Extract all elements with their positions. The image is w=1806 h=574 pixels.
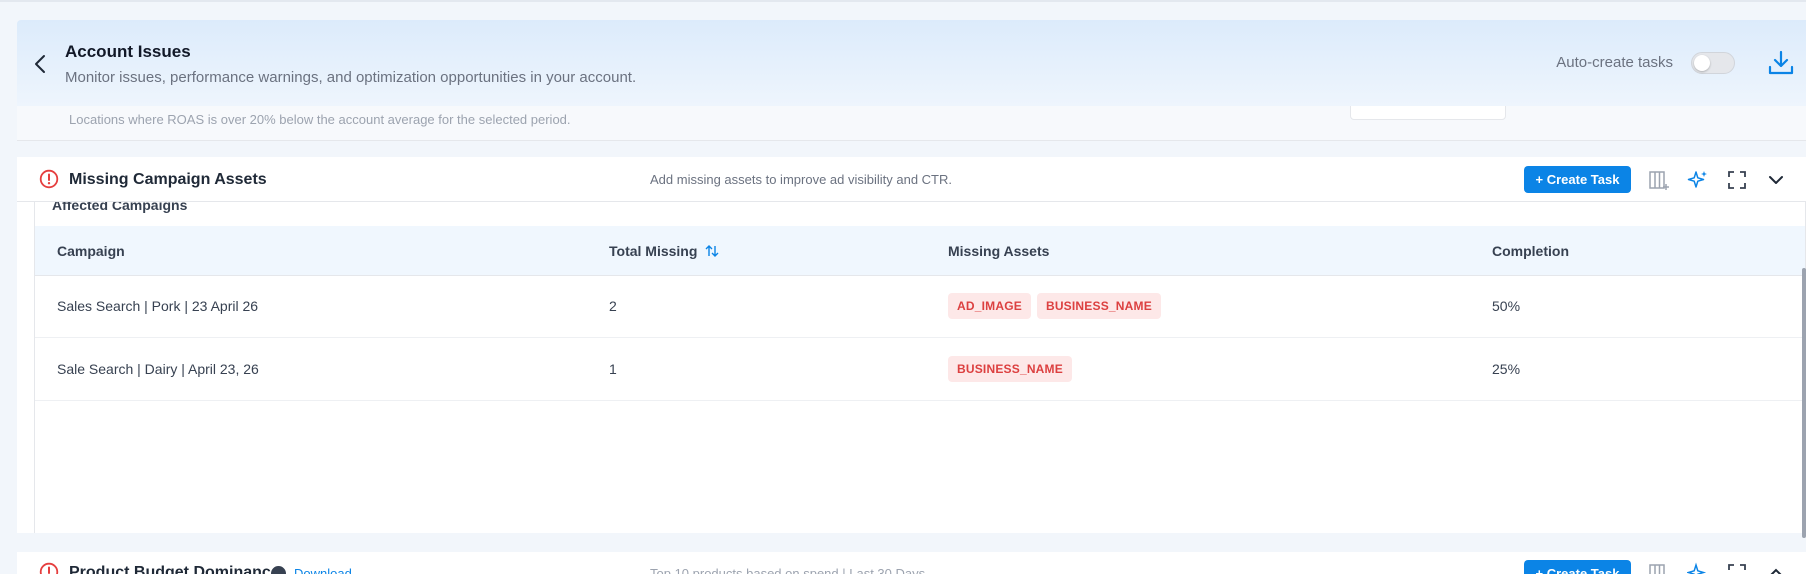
product-budget-panel: Product Budget Dominance Download Top 10… [17,552,1806,574]
fullscreen-icon[interactable] [1726,562,1748,574]
top-border [0,0,1806,2]
create-task-button[interactable]: + Create Task [1524,560,1631,574]
auto-create-toggle[interactable] [1691,52,1735,74]
alert-circle-icon [39,169,59,189]
sparkle-icon[interactable] [1687,169,1709,191]
affected-campaigns-table: Affected Campaigns Campaign Total Missin… [34,202,1806,533]
fullscreen-icon[interactable] [1726,169,1748,191]
column-campaign[interactable]: Campaign [57,243,125,259]
page-header: Account Issues Monitor issues, performan… [17,20,1806,106]
asset-tag: BUSINESS_NAME [948,356,1072,382]
missing-assets-cell: BUSINESS_NAME [948,356,1078,382]
download-link[interactable]: Download [294,566,352,574]
toggle-knob [1694,55,1710,71]
campaign-cell: Sale Search | Dairy | April 23, 26 [57,361,259,377]
table-row[interactable]: Sales Search | Pork | 23 April 26 2 AD_I… [35,276,1805,338]
auto-create-label: Auto-create tasks [1556,54,1673,71]
total-missing-cell: 1 [609,361,617,377]
table-title: Affected Campaigns [52,202,188,213]
columns-icon[interactable] [1648,169,1670,191]
previous-section-description: Locations where ROAS is over 20% below t… [69,112,571,127]
column-total-missing[interactable]: Total Missing [609,243,720,259]
previous-section-strip: Locations where ROAS is over 20% below t… [17,106,1806,141]
panel-description: Top 10 products based on spend | Last 30… [650,566,926,574]
missing-assets-panel: Missing Campaign Assets Add missing asse… [17,157,1806,533]
sort-icon[interactable] [704,243,720,259]
table-row[interactable]: Sale Search | Dairy | April 23, 26 1 BUS… [35,339,1805,401]
completion-cell: 50% [1492,298,1521,314]
page-scrollbar[interactable] [1802,268,1806,538]
campaign-cell: Sales Search | Pork | 23 April 26 [57,298,259,314]
asset-tag: AD_IMAGE [948,293,1031,319]
panel-header: Missing Campaign Assets Add missing asse… [17,157,1806,202]
columns-icon[interactable] [1648,562,1670,574]
back-button[interactable] [29,52,53,76]
chevron-left-icon [35,55,45,73]
panel-title: Product Budget Dominance [69,564,280,574]
sparkle-icon[interactable] [1687,562,1709,574]
page-title: Account Issues [65,42,191,61]
download-button[interactable] [1766,48,1796,78]
chevron-down-icon[interactable] [1765,169,1787,191]
panel-title: Missing Campaign Assets [69,171,267,188]
info-icon[interactable] [271,566,286,574]
table-header: Campaign Total Missing Missing Assets Co… [35,226,1805,276]
alert-circle-icon [39,562,59,574]
previous-section-control[interactable] [1350,106,1506,120]
download-icon [1768,50,1794,75]
completion-cell: 25% [1492,361,1521,377]
chevron-up-icon[interactable] [1765,562,1787,574]
asset-tag: BUSINESS_NAME [1036,293,1161,319]
column-completion[interactable]: Completion [1492,243,1569,259]
panel-description: Add missing assets to improve ad visibil… [650,172,953,187]
column-total-missing-label: Total Missing [609,243,698,259]
total-missing-cell: 2 [609,298,617,314]
missing-assets-cell: AD_IMAGE BUSINESS_NAME [948,293,1167,319]
page-subtitle: Monitor issues, performance warnings, an… [65,69,637,86]
column-missing-assets[interactable]: Missing Assets [948,243,1049,259]
create-task-button[interactable]: + Create Task [1524,166,1631,193]
